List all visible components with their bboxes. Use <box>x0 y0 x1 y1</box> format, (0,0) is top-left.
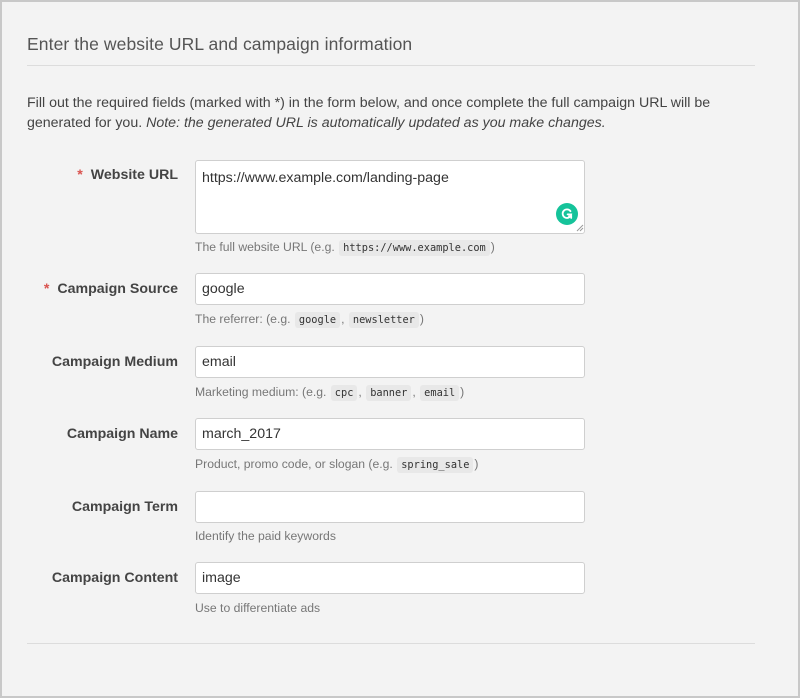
example-code: google <box>294 312 341 328</box>
campaign-name-help: Product, promo code, or slogan (e.g. spr… <box>195 457 479 473</box>
campaign-medium-field[interactable]: email <box>195 346 585 378</box>
website-url-help: The full website URL (e.g. https://www.e… <box>195 240 495 256</box>
campaign-source-label: * Campaign Source <box>44 281 178 297</box>
intro-note: Note: the generated URL is automatically… <box>146 114 606 131</box>
example-code: email <box>420 385 460 401</box>
campaign-name-field[interactable]: march_2017 <box>195 418 585 450</box>
example-code: spring_sale <box>397 457 474 473</box>
campaign-term-label-text: Campaign Term <box>71 499 178 515</box>
grammarly-icon[interactable] <box>556 203 578 225</box>
campaign-term-help: Identify the paid keywords <box>195 529 336 543</box>
heading-divider <box>27 65 755 66</box>
campaign-name-label: Campaign Name <box>67 426 178 442</box>
example-code: https://www.example.com <box>339 240 490 256</box>
campaign-name-value: march_2017 <box>202 426 281 442</box>
campaign-content-help: Use to differentiate ads <box>195 601 321 615</box>
campaign-name-label-text: Campaign Name <box>66 426 178 442</box>
campaign-content-field[interactable]: image <box>195 562 585 594</box>
example-code: banner <box>366 385 412 401</box>
campaign-medium-value: email <box>202 354 236 370</box>
required-marker: * <box>43 281 50 297</box>
example-code: newsletter <box>348 312 419 328</box>
website-url-label: * Website URL <box>77 167 178 183</box>
campaign-content-value: image <box>202 570 241 586</box>
campaign-source-value: google <box>202 281 245 297</box>
campaign-medium-label: Campaign Medium <box>52 354 178 370</box>
website-url-label-text: Website URL <box>90 167 178 183</box>
bottom-divider <box>27 643 755 644</box>
section-heading: Enter the website URL and campaign infor… <box>27 34 413 54</box>
campaign-content-label: Campaign Content <box>52 570 178 586</box>
campaign-term-label: Campaign Term <box>72 499 178 515</box>
required-marker: * <box>77 167 83 183</box>
resize-handle-icon[interactable] <box>576 224 584 232</box>
website-url-value: https://www.example.com/landing-page <box>202 170 449 186</box>
campaign-source-field[interactable]: google <box>195 273 585 305</box>
campaign-medium-help: Marketing medium: (e.g. cpc, banner, ema… <box>195 385 465 401</box>
intro-text: Fill out the required fields (marked wit… <box>27 94 767 133</box>
campaign-source-label-text: Campaign Source <box>57 281 178 297</box>
campaign-term-field[interactable] <box>195 491 585 523</box>
campaign-content-label-text: Campaign Content <box>51 570 178 586</box>
example-code: cpc <box>330 385 358 401</box>
campaign-source-help: The referrer: (e.g. google, newsletter) <box>195 312 424 328</box>
campaign-medium-label-text: Campaign Medium <box>51 354 178 370</box>
website-url-field[interactable]: https://www.example.com/landing-page <box>195 160 585 234</box>
